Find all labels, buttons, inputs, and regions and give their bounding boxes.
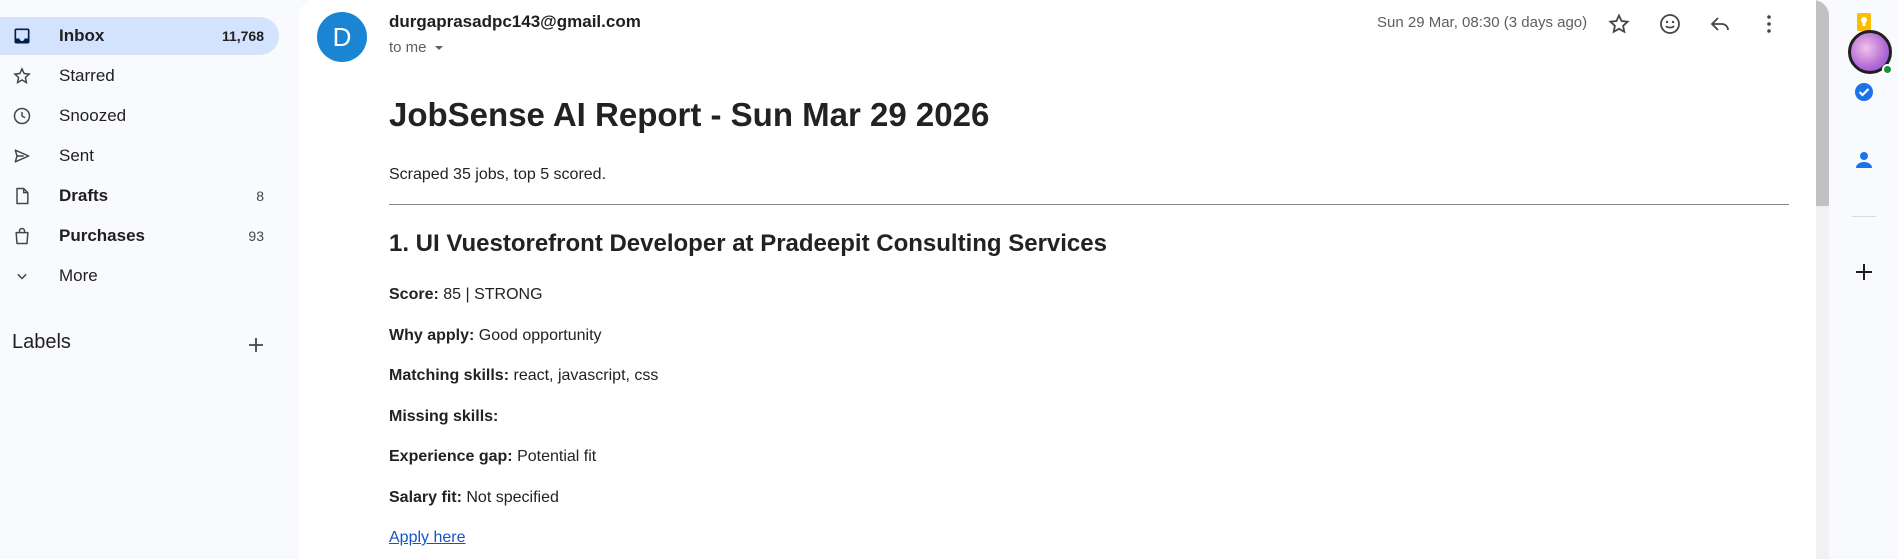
reply-icon[interactable]: [1708, 12, 1732, 36]
draft-count: 8: [256, 188, 264, 204]
sidebar: Inbox 11,768 Starred Snoozed Sent Drafts…: [0, 0, 298, 559]
side-panel-rail: [1830, 0, 1898, 559]
sidebar-item-starred[interactable]: Starred: [0, 57, 279, 95]
sidebar-item-label: Inbox: [59, 26, 105, 45]
field-value: Good opportunity: [478, 327, 602, 344]
report-title: JobSense AI Report - Sun Mar 29 2026: [389, 96, 990, 133]
caret-down-icon: [434, 45, 443, 50]
scrollbar[interactable]: [1816, 0, 1829, 559]
email-date: Sun 29 Mar, 08:30 (3 days ago): [1377, 14, 1588, 31]
experience-gap-field: Experience gap: Potential fit: [389, 448, 596, 466]
purchases-count: 93: [248, 228, 264, 244]
sidebar-item-label: Sent: [59, 146, 94, 165]
field-label: Score:: [389, 286, 439, 303]
sidebar-item-label: Drafts: [59, 186, 109, 205]
field-value: Not specified: [466, 489, 559, 506]
job-title: 1. UI Vuestorefront Developer at Pradeep…: [389, 230, 1107, 257]
shopping-bag-icon: [15, 227, 29, 245]
why-apply-field: Why apply: Good opportunity: [389, 327, 602, 345]
field-value: Potential fit: [517, 448, 597, 465]
draft-icon: [16, 187, 29, 205]
field-label: Missing skills:: [389, 408, 499, 425]
add-addon-icon[interactable]: [1852, 260, 1876, 284]
star-icon[interactable]: [1607, 12, 1631, 36]
sidebar-item-inbox[interactable]: Inbox 11,768: [0, 17, 279, 55]
sidebar-item-label: Snoozed: [59, 106, 127, 125]
sidebar-item-purchases[interactable]: Purchases 93: [0, 217, 279, 255]
field-value: react, javascript, css: [513, 367, 659, 384]
sidebar-item-drafts[interactable]: Drafts 8: [0, 177, 279, 215]
report-summary: Scraped 35 jobs, top 5 scored.: [389, 166, 607, 183]
sender-avatar[interactable]: D: [317, 12, 367, 62]
tasks-icon[interactable]: [1852, 80, 1876, 104]
sender-address[interactable]: durgaprasadpc143@gmail.com: [389, 12, 641, 32]
unread-count: 11,768: [221, 28, 264, 44]
online-status-dot: [1882, 64, 1893, 75]
contacts-icon[interactable]: [1852, 148, 1876, 172]
inbox-icon: [14, 28, 30, 44]
sidebar-item-sent[interactable]: Sent: [0, 137, 279, 175]
field-label: Matching skills:: [389, 367, 510, 384]
chevron-down-icon: [17, 273, 27, 280]
recipient-label: to me: [389, 39, 427, 56]
field-label: Salary fit:: [389, 489, 462, 506]
sidebar-item-label: Starred: [59, 66, 115, 85]
clock-icon: [13, 107, 31, 125]
add-label-icon[interactable]: [244, 333, 268, 357]
send-icon: [14, 149, 30, 163]
matching-skills-field: Matching skills: react, javascript, css: [389, 367, 658, 385]
field-label: Experience gap:: [389, 448, 513, 465]
sidebar-item-snoozed[interactable]: Snoozed: [0, 97, 279, 135]
sidebar-item-label: More: [59, 266, 98, 285]
more-vert-icon[interactable]: [1757, 12, 1781, 36]
rail-divider: [1852, 216, 1876, 217]
emoji-react-icon[interactable]: [1658, 12, 1682, 36]
sidebar-item-more[interactable]: More: [0, 257, 279, 295]
score-field: Score: 85 | STRONG: [389, 286, 543, 304]
missing-skills-field: Missing skills:: [389, 408, 498, 426]
scrollbar-thumb[interactable]: [1816, 0, 1829, 206]
apply-link[interactable]: Apply here: [389, 529, 466, 547]
divider: [389, 204, 1789, 205]
salary-fit-field: Salary fit: Not specified: [389, 489, 559, 507]
star-icon: [13, 67, 31, 84]
email-view: D durgaprasadpc143@gmail.com to me Sun 2…: [299, 0, 1829, 559]
sidebar-item-label: Purchases: [59, 226, 145, 245]
labels-heading: Labels: [12, 331, 71, 353]
field-value: 85 | STRONG: [443, 286, 543, 303]
field-label: Why apply:: [389, 327, 475, 344]
recipient-details[interactable]: to me: [389, 39, 445, 56]
